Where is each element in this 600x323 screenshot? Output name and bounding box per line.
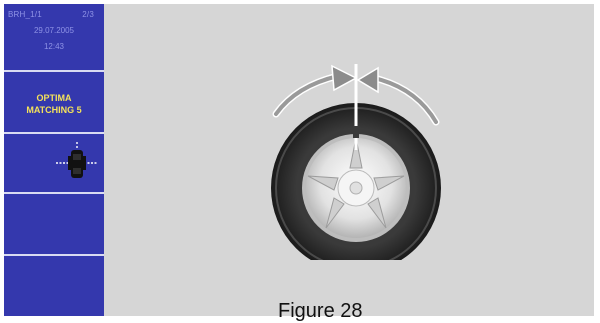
status-date: 29.07.2005 (33, 26, 75, 35)
menu-empty-slot-1[interactable] (4, 192, 104, 254)
machine-id: BRH_1/1 (8, 10, 42, 19)
menu-empty-slot-2[interactable] (4, 254, 104, 316)
status-header: BRH_1/1 2/3 (8, 10, 100, 22)
status-panel: BRH_1/1 2/3 29.07.2005 12:43 (4, 4, 104, 70)
menu-label-line1: OPTIMA (36, 93, 72, 103)
balancer-screen: BRH_1/1 2/3 29.07.2005 12:43 OPTIMA MATC… (4, 4, 594, 316)
menu-optima-matching[interactable]: OPTIMA MATCHING 5 (4, 70, 104, 132)
sidebar: BRH_1/1 2/3 29.07.2005 12:43 OPTIMA MATC… (4, 4, 104, 316)
wheel-rotation-illustration (266, 64, 442, 273)
valve-marker (353, 126, 359, 138)
car-axle-icon (54, 140, 100, 191)
menu-label-line2: MATCHING 5 (26, 105, 82, 115)
figure-caption: Figure 28 (278, 300, 363, 322)
status-time: 12:43 (43, 42, 65, 51)
page-indicator: 2/3 (82, 10, 94, 19)
menu-vehicle-position[interactable] (4, 132, 104, 192)
